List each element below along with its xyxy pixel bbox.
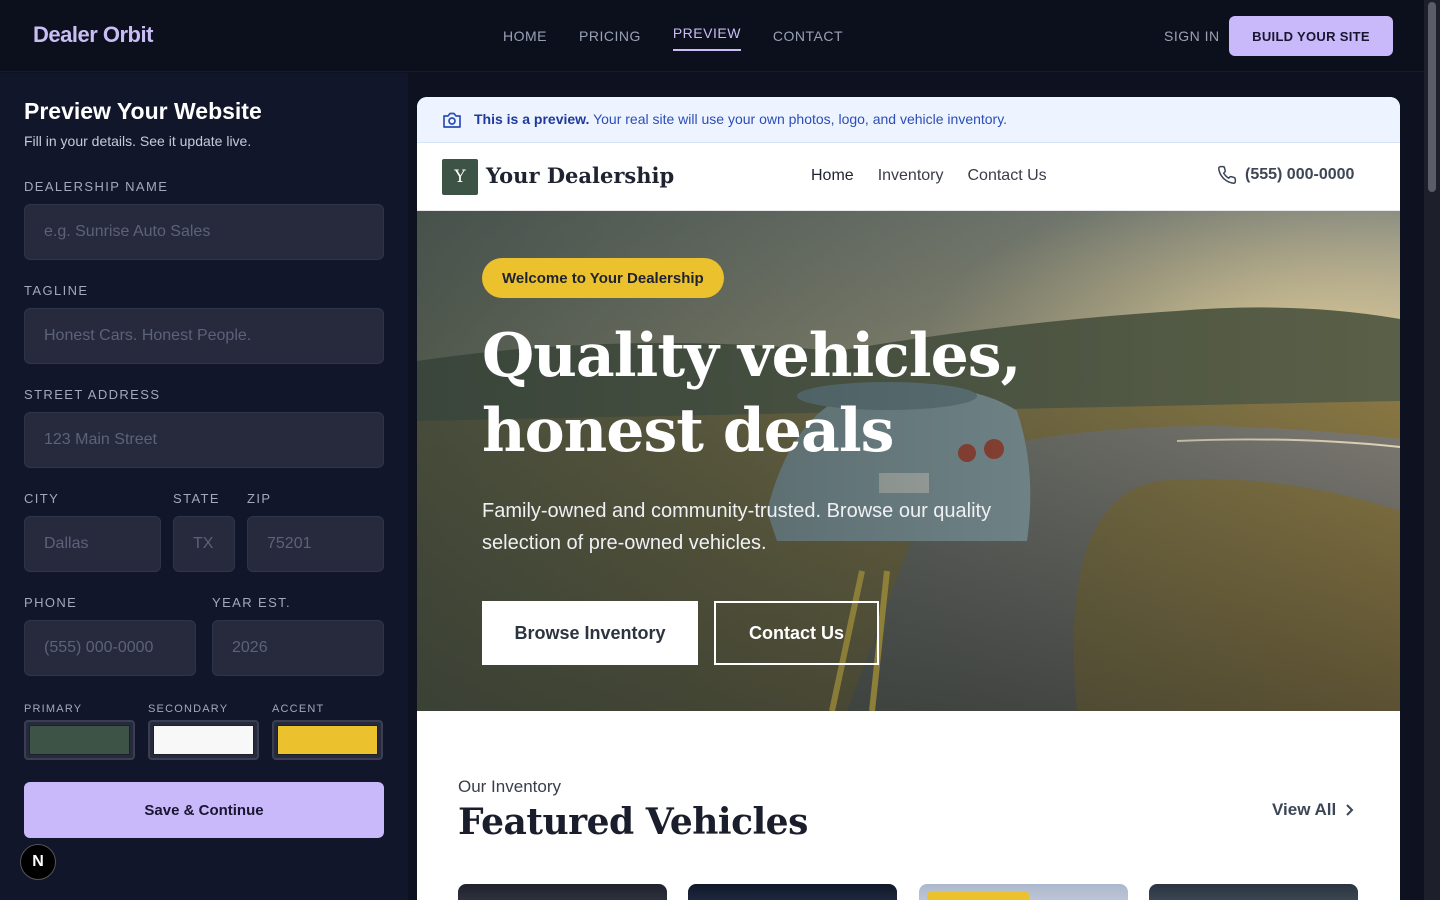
chevron-right-icon	[1346, 804, 1354, 816]
primary-color-label: PRIMARY	[24, 703, 83, 715]
preview-notice-rest: Your real site will use your own photos,…	[593, 111, 1008, 127]
site-nav: Home Inventory Contact Us	[811, 167, 1047, 185]
save-continue-button[interactable]: Save & Continue	[24, 782, 384, 838]
tagline-label: TAGLINE	[24, 283, 89, 298]
brand-logo[interactable]: Dealer Orbit	[33, 22, 153, 48]
website-preview: This is a preview. Your real site will u…	[417, 97, 1400, 900]
street-address-input[interactable]	[24, 412, 384, 468]
site-nav-contact[interactable]: Contact Us	[968, 167, 1047, 185]
vehicle-card[interactable]	[458, 884, 667, 900]
build-your-site-button[interactable]: BUILD YOUR SITE	[1229, 16, 1393, 56]
preview-notice-banner: This is a preview. Your real site will u…	[417, 97, 1400, 143]
hero-welcome-pill: Welcome to Your Dealership	[482, 258, 724, 298]
sign-in-link[interactable]: SIGN IN	[1164, 28, 1220, 44]
primary-color-fill	[29, 725, 130, 755]
street-address-label: STREET ADDRESS	[24, 387, 161, 402]
site-header: Y Your Dealership Home Inventory Contact…	[417, 143, 1400, 211]
view-all-label: View All	[1272, 800, 1337, 819]
accent-color-fill	[277, 725, 378, 755]
site-nav-inventory[interactable]: Inventory	[878, 167, 944, 185]
city-label: CITY	[24, 491, 60, 506]
city-input[interactable]	[24, 516, 161, 572]
state-input[interactable]	[173, 516, 235, 572]
nav-home[interactable]: HOME	[503, 22, 547, 50]
site-nav-home[interactable]: Home	[811, 167, 854, 185]
main-nav: HOME PRICING PREVIEW CONTACT	[503, 0, 843, 72]
hero-section: Welcome to Your Dealership Quality vehic…	[417, 211, 1400, 711]
site-logo-mark[interactable]: Y	[442, 159, 478, 195]
year-established-label: YEAR EST.	[212, 595, 292, 610]
dealership-name-label: DEALERSHIP NAME	[24, 179, 169, 194]
accent-color-label: ACCENT	[272, 703, 325, 715]
scrollbar-thumb[interactable]	[1428, 2, 1436, 192]
secondary-color-picker[interactable]	[148, 720, 259, 760]
dev-indicator-badge[interactable]: N	[20, 844, 56, 880]
view-all-link[interactable]: View All	[1272, 800, 1356, 820]
preview-form-panel: Preview Your Website Fill in your detail…	[0, 73, 408, 900]
phone-input[interactable]	[24, 620, 196, 676]
dealership-name-input[interactable]	[24, 204, 384, 260]
nav-preview[interactable]: PREVIEW	[672, 19, 742, 51]
camera-icon	[443, 112, 461, 128]
phone-icon	[1218, 165, 1237, 184]
featured-vehicles-title: Featured Vehicles	[458, 801, 808, 843]
secondary-color-fill	[153, 725, 254, 755]
browse-inventory-button[interactable]: Browse Inventory	[482, 601, 698, 665]
preview-notice-text: This is a preview. Your real site will u…	[474, 111, 1007, 127]
preview-notice-bold: This is a preview.	[474, 111, 590, 127]
contact-us-button[interactable]: Contact Us	[714, 601, 879, 665]
hero-title: Quality vehicles, honest deals	[482, 321, 1021, 466]
state-label: STATE	[173, 491, 220, 506]
phone-label: PHONE	[24, 595, 78, 610]
secondary-color-label: SECONDARY	[148, 703, 229, 715]
site-name[interactable]: Your Dealership	[486, 163, 674, 188]
vehicle-card[interactable]	[919, 884, 1128, 900]
inventory-kicker: Our Inventory	[458, 777, 561, 796]
vehicle-card[interactable]	[1149, 884, 1358, 900]
vehicle-card[interactable]	[688, 884, 897, 900]
top-navbar: Dealer Orbit HOME PRICING PREVIEW CONTAC…	[0, 0, 1424, 72]
nav-contact[interactable]: CONTACT	[773, 22, 843, 50]
site-phone-number: (555) 000-0000	[1245, 166, 1355, 183]
tagline-input[interactable]	[24, 308, 384, 364]
year-established-input[interactable]	[212, 620, 384, 676]
vehicle-card-tag	[927, 892, 1029, 900]
primary-color-picker[interactable]	[24, 720, 135, 760]
accent-color-picker[interactable]	[272, 720, 383, 760]
form-title: Preview Your Website	[24, 98, 262, 124]
zip-input[interactable]	[247, 516, 384, 572]
form-subtitle: Fill in your details. See it update live…	[24, 133, 252, 149]
nav-pricing[interactable]: PRICING	[579, 22, 641, 50]
site-phone[interactable]: (555) 000-0000	[1217, 165, 1354, 185]
page-scrollbar[interactable]	[1424, 0, 1440, 900]
zip-label: ZIP	[247, 491, 272, 506]
hero-subtitle: Family-owned and community-trusted. Brow…	[482, 500, 992, 554]
